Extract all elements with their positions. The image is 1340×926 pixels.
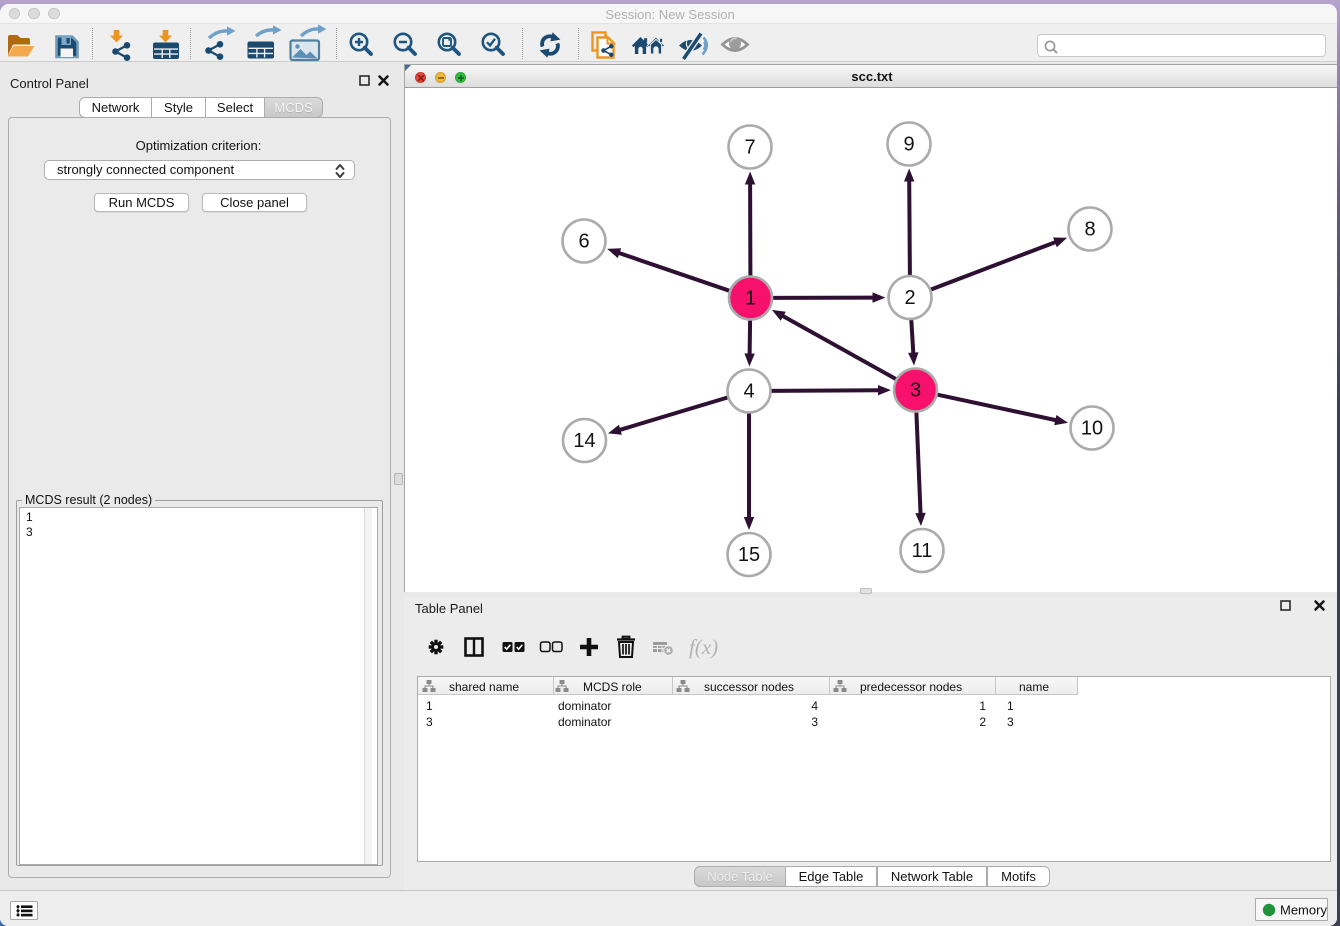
- svg-text:6: 6: [578, 231, 589, 253]
- svg-text:1: 1: [745, 288, 756, 310]
- svg-text:3: 3: [910, 380, 921, 402]
- svg-text:14: 14: [573, 430, 595, 452]
- svg-text:Memory: Memory: [1280, 903, 1327, 918]
- svg-text:7: 7: [744, 137, 755, 159]
- svg-text:10: 10: [1081, 418, 1103, 440]
- svg-text:9: 9: [903, 134, 914, 156]
- svg-text:11: 11: [912, 540, 933, 562]
- svg-text:2: 2: [904, 287, 915, 309]
- svg-text:f(x): f(x): [689, 635, 718, 659]
- svg-text:15: 15: [738, 544, 760, 566]
- svg-text:4: 4: [743, 381, 754, 403]
- svg-text:8: 8: [1084, 219, 1095, 241]
